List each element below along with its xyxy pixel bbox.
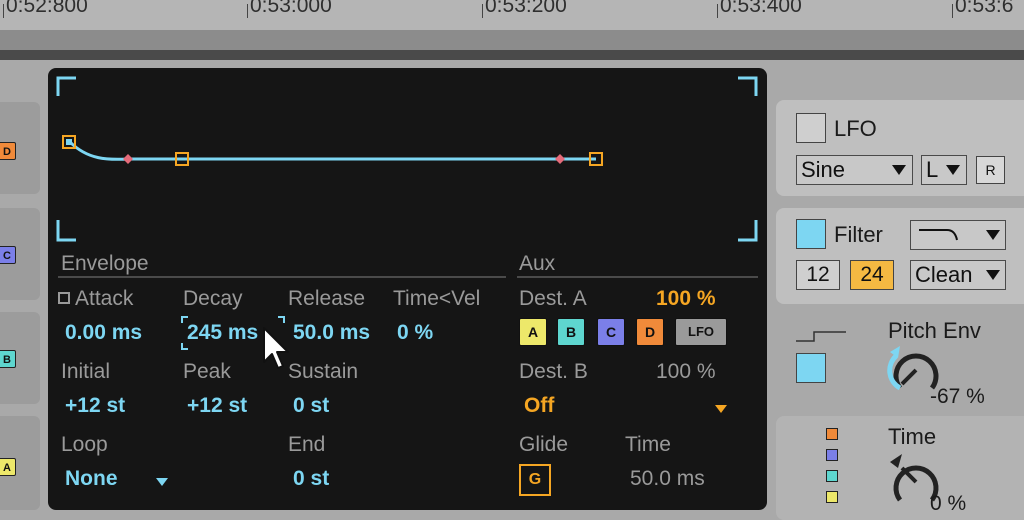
filter-slope-24-button[interactable]: 24 <box>850 260 894 290</box>
lfo-waveform-dropdown-icon <box>892 165 906 175</box>
filter-mode-dropdown-icon <box>986 270 1000 280</box>
dest-c-button[interactable]: C <box>597 318 625 346</box>
dest-d-button[interactable]: D <box>636 318 664 346</box>
envelope-section-title: Envelope <box>61 252 149 275</box>
lfo-channel-value: L <box>926 157 939 182</box>
decay-label: Decay <box>183 287 243 310</box>
mod-chip-teal <box>826 470 838 482</box>
filter-mode-value: Clean <box>915 262 973 287</box>
mod-chip-blue <box>826 449 838 461</box>
end-label: End <box>288 433 326 456</box>
dest-b-select[interactable]: Off <box>524 394 554 418</box>
filter-toggle[interactable] <box>796 219 826 249</box>
osc-chip-b[interactable]: B <box>0 350 16 368</box>
timeline-tick: 0:53:400 <box>717 0 802 18</box>
time-knob-value[interactable]: 0 % <box>930 492 966 516</box>
dest-b-button[interactable]: B <box>557 318 585 346</box>
attack-value[interactable]: 0.00 ms <box>65 321 142 345</box>
envelope-divider <box>58 276 506 278</box>
osc-tab-c[interactable]: C <box>0 208 40 300</box>
end-value[interactable]: 0 st <box>293 467 329 491</box>
osc-chip-d[interactable]: D <box>0 142 16 160</box>
dest-b-dropdown-icon[interactable] <box>715 405 727 413</box>
pitch-env-shape-icon <box>796 331 846 342</box>
osc-tab-b[interactable]: B <box>0 312 40 404</box>
envelope-curve-handle[interactable] <box>123 154 133 164</box>
sustain-value[interactable]: 0 st <box>293 394 329 418</box>
clip-lane <box>0 30 1024 50</box>
lowpass-icon <box>919 229 958 241</box>
lfo-retrigger-button[interactable]: R <box>976 156 1005 184</box>
lfo-label: LFO <box>834 116 877 141</box>
filter-type-dropdown-icon <box>986 230 1000 240</box>
attack-toggle[interactable] <box>58 292 70 304</box>
peak-label: Peak <box>183 360 231 383</box>
osc-chip-a[interactable]: A <box>0 458 16 476</box>
release-value[interactable]: 50.0 ms <box>293 321 370 345</box>
loop-dropdown-icon[interactable] <box>156 478 168 486</box>
timeline-tick: 0:53:000 <box>247 0 332 18</box>
mouse-cursor-icon <box>263 327 289 369</box>
pitch-env-label: Pitch Env <box>888 318 981 343</box>
sustain-label: Sustain <box>288 360 359 383</box>
dest-b-amount[interactable]: 100 % <box>656 360 716 384</box>
track-divider <box>0 50 1024 60</box>
loop-value[interactable]: None <box>65 467 118 491</box>
osc-chip-c[interactable]: C <box>0 246 16 264</box>
lfo-channel-select[interactable]: L <box>921 155 967 185</box>
initial-label: Initial <box>61 360 111 383</box>
timeline-tick: 0:52:800 <box>3 0 88 18</box>
envelope-curve-handle[interactable] <box>555 154 565 164</box>
filter-slope-12-button[interactable]: 12 <box>796 260 840 290</box>
time-knob-label: Time <box>888 424 937 449</box>
initial-value[interactable]: +12 st <box>65 394 125 418</box>
dest-b-label: Dest. B <box>519 360 588 383</box>
glide-label: Glide <box>519 433 569 456</box>
filter-label: Filter <box>834 222 883 247</box>
peak-value[interactable]: +12 st <box>187 394 247 418</box>
glide-time-value[interactable]: 50.0 ms <box>630 467 705 491</box>
time-vel-label: Time<Vel <box>393 287 481 310</box>
dest-a-amount[interactable]: 100 % <box>656 287 716 311</box>
lfo-channel-dropdown-icon <box>946 165 960 175</box>
osc-tab-a[interactable]: A <box>0 416 40 510</box>
glide-time-label: Time <box>625 433 671 456</box>
dest-lfo-button[interactable]: LFO <box>675 318 727 346</box>
timeline-tick: 0:53:200 <box>482 0 567 18</box>
pitch-env-toggle[interactable] <box>796 353 826 383</box>
aux-section-title: Aux <box>519 252 556 275</box>
lfo-waveform-value: Sine <box>801 157 846 182</box>
envelope-node-start-fill <box>66 139 72 145</box>
timeline-tick: 0:53:6 <box>951 0 1013 18</box>
time-vel-value[interactable]: 0 % <box>397 321 433 345</box>
loop-label: Loop <box>61 433 108 456</box>
attack-label: Attack <box>75 287 134 310</box>
envelope-curve <box>68 140 596 161</box>
glide-toggle-button[interactable]: G <box>519 464 551 496</box>
mod-chip-orange <box>826 428 838 440</box>
pitch-env-value[interactable]: -67 % <box>930 385 985 409</box>
mod-chip-yellow <box>826 491 838 503</box>
dest-a-label: Dest. A <box>519 287 587 310</box>
envelope-graph[interactable] <box>48 68 767 248</box>
timeline-ruler[interactable]: 0:52:800 0:53:000 0:53:200 0:53:400 0:53… <box>0 0 1024 30</box>
osc-tab-d[interactable]: D <box>0 102 40 194</box>
release-label: Release <box>288 287 366 310</box>
aux-divider <box>517 276 758 278</box>
lfo-toggle[interactable] <box>796 113 826 143</box>
dest-a-button[interactable]: A <box>519 318 547 346</box>
